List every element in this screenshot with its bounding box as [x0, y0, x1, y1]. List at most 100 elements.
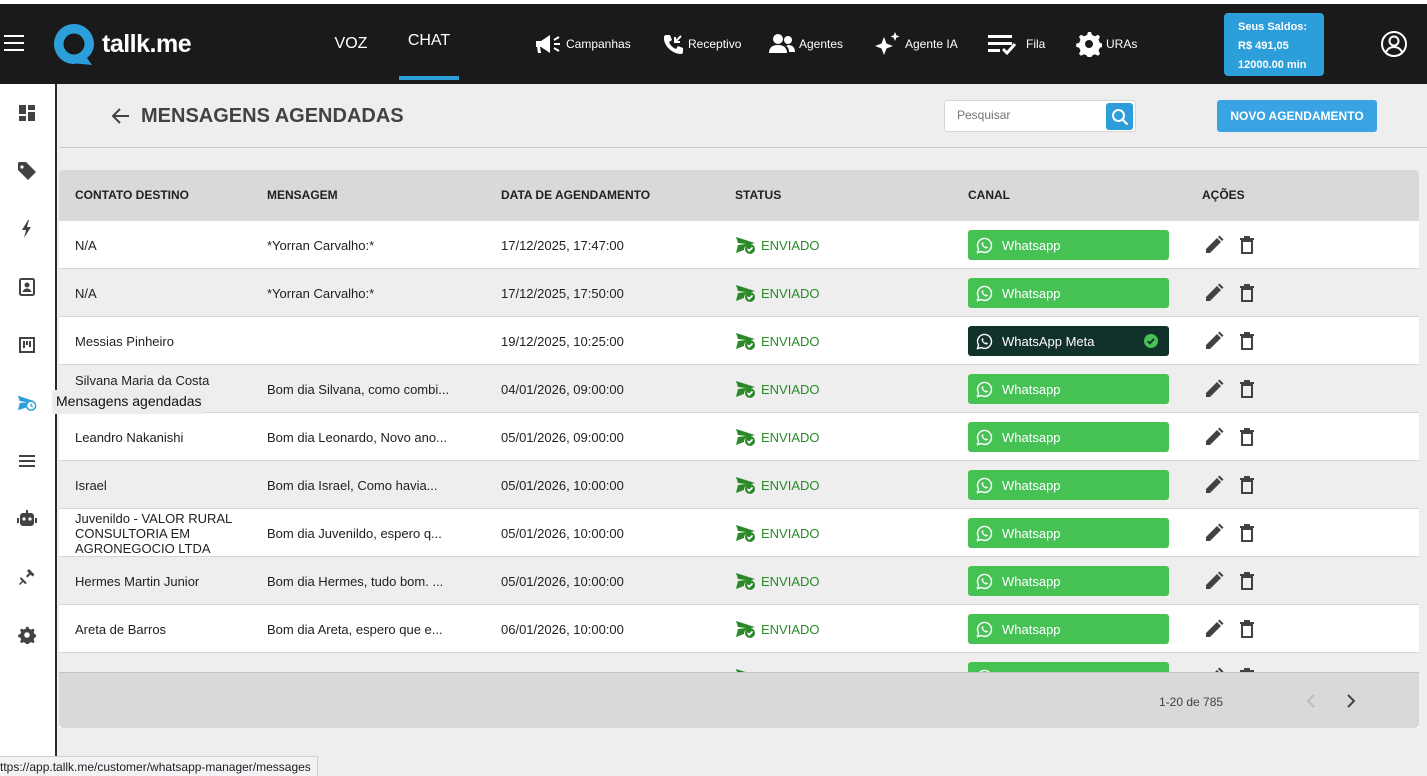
hamburger-menu-icon[interactable]	[4, 35, 24, 53]
cell-contato: Israel	[75, 478, 107, 493]
table-row[interactable]: Juvenildo - VALOR RURAL CONSULTORIA EM A…	[59, 509, 1419, 557]
status-label: ENVIADO	[761, 525, 820, 541]
channel-badge[interactable]: Whatsapp	[968, 470, 1169, 500]
delete-button[interactable]	[1235, 377, 1259, 401]
tab-chat[interactable]: CHAT	[399, 4, 459, 84]
delete-button[interactable]	[1235, 425, 1259, 449]
channel-badge[interactable]: Whatsapp	[968, 614, 1169, 644]
channel-label: Whatsapp	[1002, 381, 1061, 397]
table-row[interactable]: Leandro Nakanishi Bom dia Leonardo, Novo …	[59, 413, 1419, 461]
edit-pencil-icon	[1206, 427, 1224, 445]
cell-mensagem: Bom dia Areta, espero que e...	[267, 622, 443, 637]
header-mensagem: MENSAGEM	[267, 188, 338, 202]
status-label: ENVIADO	[761, 573, 820, 589]
edit-button[interactable]	[1202, 281, 1226, 305]
page-title: MENSAGENS AGENDADAS	[141, 105, 404, 127]
chevron-right-icon	[1347, 694, 1356, 708]
table-row[interactable]: N/A *Yorran Carvalho:* 17/12/2025, 17:47:0…	[59, 221, 1419, 269]
edit-button[interactable]	[1202, 329, 1226, 353]
channel-badge[interactable]: Whatsapp	[968, 230, 1169, 260]
channel-badge[interactable]: Whatsapp	[968, 278, 1169, 308]
back-arrow-icon[interactable]	[111, 106, 131, 131]
search-input[interactable]	[957, 108, 1097, 122]
menu-uras[interactable]: URAs	[1076, 28, 1137, 60]
lightning-icon[interactable]	[17, 219, 37, 239]
menu-agentes[interactable]: Agentes	[769, 28, 843, 60]
dashboard-icon[interactable]	[17, 103, 37, 123]
table-row[interactable]: Hermes Martin Junior Bom dia Hermes, tudo…	[59, 557, 1419, 605]
menu-fila[interactable]: Fila	[986, 28, 1045, 60]
edit-button[interactable]	[1202, 233, 1226, 257]
edit-button[interactable]	[1202, 425, 1226, 449]
channel-badge[interactable]: Whatsapp	[968, 374, 1169, 404]
table-row[interactable]: N/A *Yorran Carvalho:* 17/12/2025, 17:50:0…	[59, 269, 1419, 317]
menu-agente-ia[interactable]: Agente IA	[873, 28, 958, 60]
row-actions	[1202, 617, 1268, 641]
table-row[interactable]: Messias Pinheiro 19/12/2025, 10:25:00 ENVI…	[59, 317, 1419, 365]
table-row[interactable]: Israel Bom dia Israel, Como havia... 05/01…	[59, 461, 1419, 509]
table-row[interactable]: Silvana Maria da Costa Bom dia Silvana, c…	[59, 365, 1419, 413]
edit-button[interactable]	[1202, 569, 1226, 593]
logo-text: tallk.me	[102, 29, 192, 58]
search-button[interactable]	[1106, 103, 1133, 130]
status-label: ENVIADO	[761, 285, 820, 301]
prev-page-button[interactable]	[1299, 689, 1323, 713]
next-page-button[interactable]	[1339, 689, 1363, 713]
edit-pencil-icon	[1206, 475, 1224, 493]
new-schedule-button[interactable]: NOVO AGENDAMENTO	[1217, 100, 1377, 132]
tag-icon[interactable]	[17, 161, 37, 181]
menu-list-icon[interactable]	[17, 451, 37, 471]
contact-card-icon[interactable]	[17, 277, 37, 297]
settings-icon[interactable]	[17, 625, 37, 645]
whatsapp-icon	[976, 477, 993, 494]
logo[interactable]: tallk.me	[52, 21, 192, 67]
pagination-range: 1-20 de 785	[1159, 695, 1224, 709]
balance-card[interactable]: Seus Saldos: R$ 491,05 12000.00 min	[1224, 13, 1324, 76]
row-actions	[1202, 377, 1268, 401]
channel-label: WhatsApp Meta	[1002, 333, 1095, 349]
delete-button[interactable]	[1235, 233, 1259, 257]
table-header: CONTATO DESTINO MENSAGEM DATA DE AGENDAM…	[59, 170, 1419, 221]
edit-button[interactable]	[1202, 617, 1226, 641]
delete-button[interactable]	[1235, 281, 1259, 305]
cell-contato: Areta de Barros	[75, 622, 167, 637]
divider	[59, 147, 1427, 148]
channel-badge[interactable]: WhatsApp Meta	[968, 326, 1169, 356]
status-badge: ENVIADO	[735, 283, 820, 303]
menu-receptivo[interactable]: Receptivo	[662, 28, 741, 60]
delete-button[interactable]	[1235, 569, 1259, 593]
cell-mensagem: *Yorran Carvalho:*	[267, 238, 375, 253]
robot-icon[interactable]	[17, 509, 37, 529]
cell-data: 04/01/2026, 09:00:00	[501, 382, 624, 397]
edit-button[interactable]	[1202, 377, 1226, 401]
status-label: ENVIADO	[761, 621, 820, 637]
cell-mensagem: Bom dia Hermes, tudo bom. ...	[267, 574, 444, 589]
channel-label: Whatsapp	[1002, 477, 1061, 493]
scheduled-send-icon[interactable]	[17, 393, 37, 413]
channel-badge[interactable]: Whatsapp	[968, 518, 1169, 548]
delete-button[interactable]	[1235, 473, 1259, 497]
user-account-icon[interactable]	[1380, 30, 1408, 63]
channel-badge[interactable]: Whatsapp	[968, 422, 1169, 452]
plug-icon[interactable]	[17, 567, 37, 587]
cell-contato: N/A	[75, 286, 97, 301]
menu-agentes-label: Agentes	[799, 37, 844, 51]
edit-pencil-icon	[1206, 235, 1224, 253]
menu-campanhas[interactable]: Campanhas	[534, 28, 631, 60]
edit-pencil-icon	[1206, 523, 1224, 541]
edit-button[interactable]	[1202, 521, 1226, 545]
tab-voz[interactable]: VOZ	[320, 4, 382, 84]
people-icon	[769, 34, 795, 53]
megaphone-icon	[536, 35, 560, 53]
table-row[interactable]: Areta de Barros Bom dia Areta, espero que…	[59, 605, 1419, 653]
kanban-icon[interactable]	[17, 335, 37, 355]
chevron-left-icon	[1306, 694, 1315, 708]
delete-button[interactable]	[1235, 617, 1259, 641]
sparkles-icon	[875, 32, 900, 55]
row-actions	[1202, 425, 1268, 449]
status-label: ENVIADO	[761, 333, 820, 349]
edit-button[interactable]	[1202, 473, 1226, 497]
delete-button[interactable]	[1235, 329, 1259, 353]
delete-button[interactable]	[1235, 521, 1259, 545]
channel-badge[interactable]: Whatsapp	[968, 566, 1169, 596]
